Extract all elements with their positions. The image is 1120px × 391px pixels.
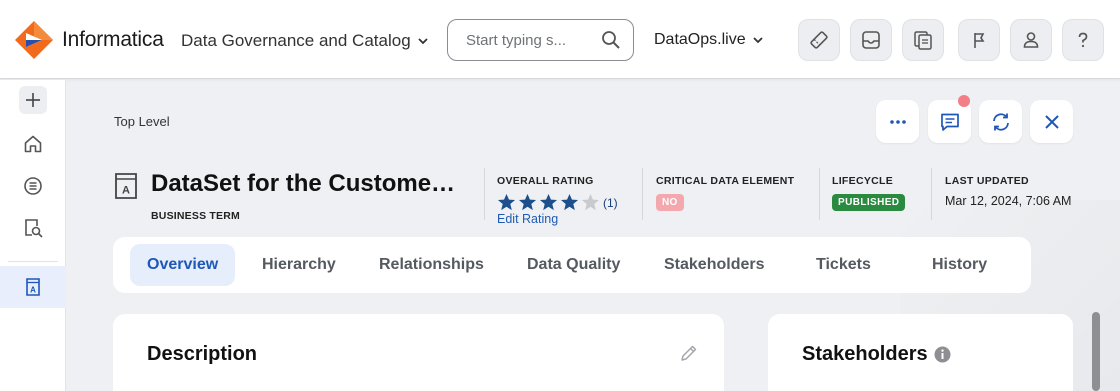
meta-divider <box>484 168 485 220</box>
stakeholders-title: Stakeholders <box>802 343 928 365</box>
pencil-icon <box>681 345 697 361</box>
tab-tickets[interactable]: Tickets <box>816 244 871 286</box>
search-assets-nav[interactable] <box>17 212 49 244</box>
close-button[interactable] <box>1030 100 1073 143</box>
search-input[interactable] <box>466 31 596 49</box>
catalog-nav[interactable] <box>17 170 49 202</box>
chevron-down-icon <box>752 37 763 44</box>
meta-divider <box>642 168 643 220</box>
home-nav[interactable] <box>17 128 49 160</box>
stakeholders-card: Stakeholders <box>768 314 1073 391</box>
last-updated-label: LAST UPDATED <box>945 175 1029 187</box>
star-filled-icon[interactable] <box>497 193 516 212</box>
tab-overview[interactable]: Overview <box>130 244 236 286</box>
star-filled-icon[interactable] <box>539 193 558 212</box>
org-name: DataOps.live <box>654 31 746 48</box>
cde-label: CRITICAL DATA ELEMENT <box>656 175 795 187</box>
star-filled-icon[interactable] <box>518 193 537 212</box>
notification-dot <box>958 95 970 107</box>
tab-hierarchy[interactable]: Hierarchy <box>262 244 336 286</box>
flag-icon <box>974 33 985 48</box>
rating-label: OVERALL RATING <box>497 175 594 187</box>
rating-count: (1) <box>603 195 618 210</box>
last-updated-value: Mar 12, 2024, 7:06 AM <box>945 194 1072 208</box>
documents-icon <box>914 31 932 50</box>
help-button[interactable] <box>1062 19 1104 61</box>
catalog-icon <box>24 177 42 195</box>
app-switcher[interactable]: Data Governance and Catalog <box>181 31 429 51</box>
meta-divider <box>819 168 820 220</box>
svg-text:A: A <box>30 286 36 295</box>
breadcrumb[interactable]: Top Level <box>114 114 170 129</box>
inbox-icon <box>862 31 880 49</box>
edit-rating-link[interactable]: Edit Rating <box>497 212 558 226</box>
ticket-icon <box>810 31 828 49</box>
add-button[interactable] <box>19 86 47 114</box>
cde-badge: NO <box>656 194 684 211</box>
brand-name: Informatica <box>62 28 164 51</box>
left-nav: A <box>0 80 66 391</box>
top-bar: Informatica Data Governance and Catalog … <box>0 0 1120 79</box>
business-term-nav[interactable]: A <box>17 271 49 303</box>
star-empty-icon[interactable] <box>581 193 600 212</box>
chevron-down-icon <box>418 38 428 45</box>
more-actions-button[interactable] <box>876 100 919 143</box>
page-title: DataSet for the Custome… <box>151 170 456 197</box>
tab-stakeholders[interactable]: Stakeholders <box>664 244 764 286</box>
tickets-button[interactable] <box>798 19 840 61</box>
tab-bar: Overview Hierarchy Relationships Data Qu… <box>113 237 1031 293</box>
close-icon <box>1044 114 1059 129</box>
nav-divider <box>8 261 58 262</box>
asset-type-label: BUSINESS TERM <box>151 210 240 222</box>
inbox-button[interactable] <box>850 19 892 61</box>
refresh-icon <box>992 112 1009 131</box>
edit-description-button[interactable] <box>679 343 699 368</box>
user-icon <box>1023 32 1039 48</box>
lifecycle-label: LIFECYCLE <box>832 175 894 187</box>
business-term-icon: A <box>26 278 40 296</box>
meta-divider <box>931 168 932 220</box>
home-icon <box>24 135 42 153</box>
star-filled-icon[interactable] <box>560 193 579 212</box>
svg-text:A: A <box>122 185 130 197</box>
documents-button[interactable] <box>902 19 944 61</box>
search-box[interactable] <box>447 19 634 61</box>
search-asset-icon <box>25 219 43 238</box>
star-rating[interactable]: (1) <box>497 193 618 212</box>
description-title: Description <box>147 343 258 365</box>
tab-relationships[interactable]: Relationships <box>379 244 484 286</box>
add-icon <box>26 93 40 107</box>
info-icon[interactable] <box>934 346 951 363</box>
app-name: Data Governance and Catalog <box>181 31 411 50</box>
tab-history[interactable]: History <box>932 244 987 286</box>
informatica-logo[interactable] <box>14 20 54 60</box>
help-icon <box>1078 32 1088 48</box>
more-icon <box>889 119 906 124</box>
business-term-icon: A <box>114 172 138 205</box>
description-card: Description <box>113 314 724 391</box>
comments-icon <box>940 113 959 131</box>
user-button[interactable] <box>1010 19 1052 61</box>
flag-button[interactable] <box>958 19 1000 61</box>
refresh-button[interactable] <box>979 100 1022 143</box>
scrollbar[interactable] <box>1092 312 1100 391</box>
org-switcher[interactable]: DataOps.live <box>654 31 764 49</box>
search-icon[interactable] <box>601 30 621 50</box>
stars-group <box>497 193 600 212</box>
stakeholders-header: Stakeholders <box>802 343 951 366</box>
tab-data-quality[interactable]: Data Quality <box>527 244 620 286</box>
lifecycle-badge: PUBLISHED <box>832 194 906 211</box>
